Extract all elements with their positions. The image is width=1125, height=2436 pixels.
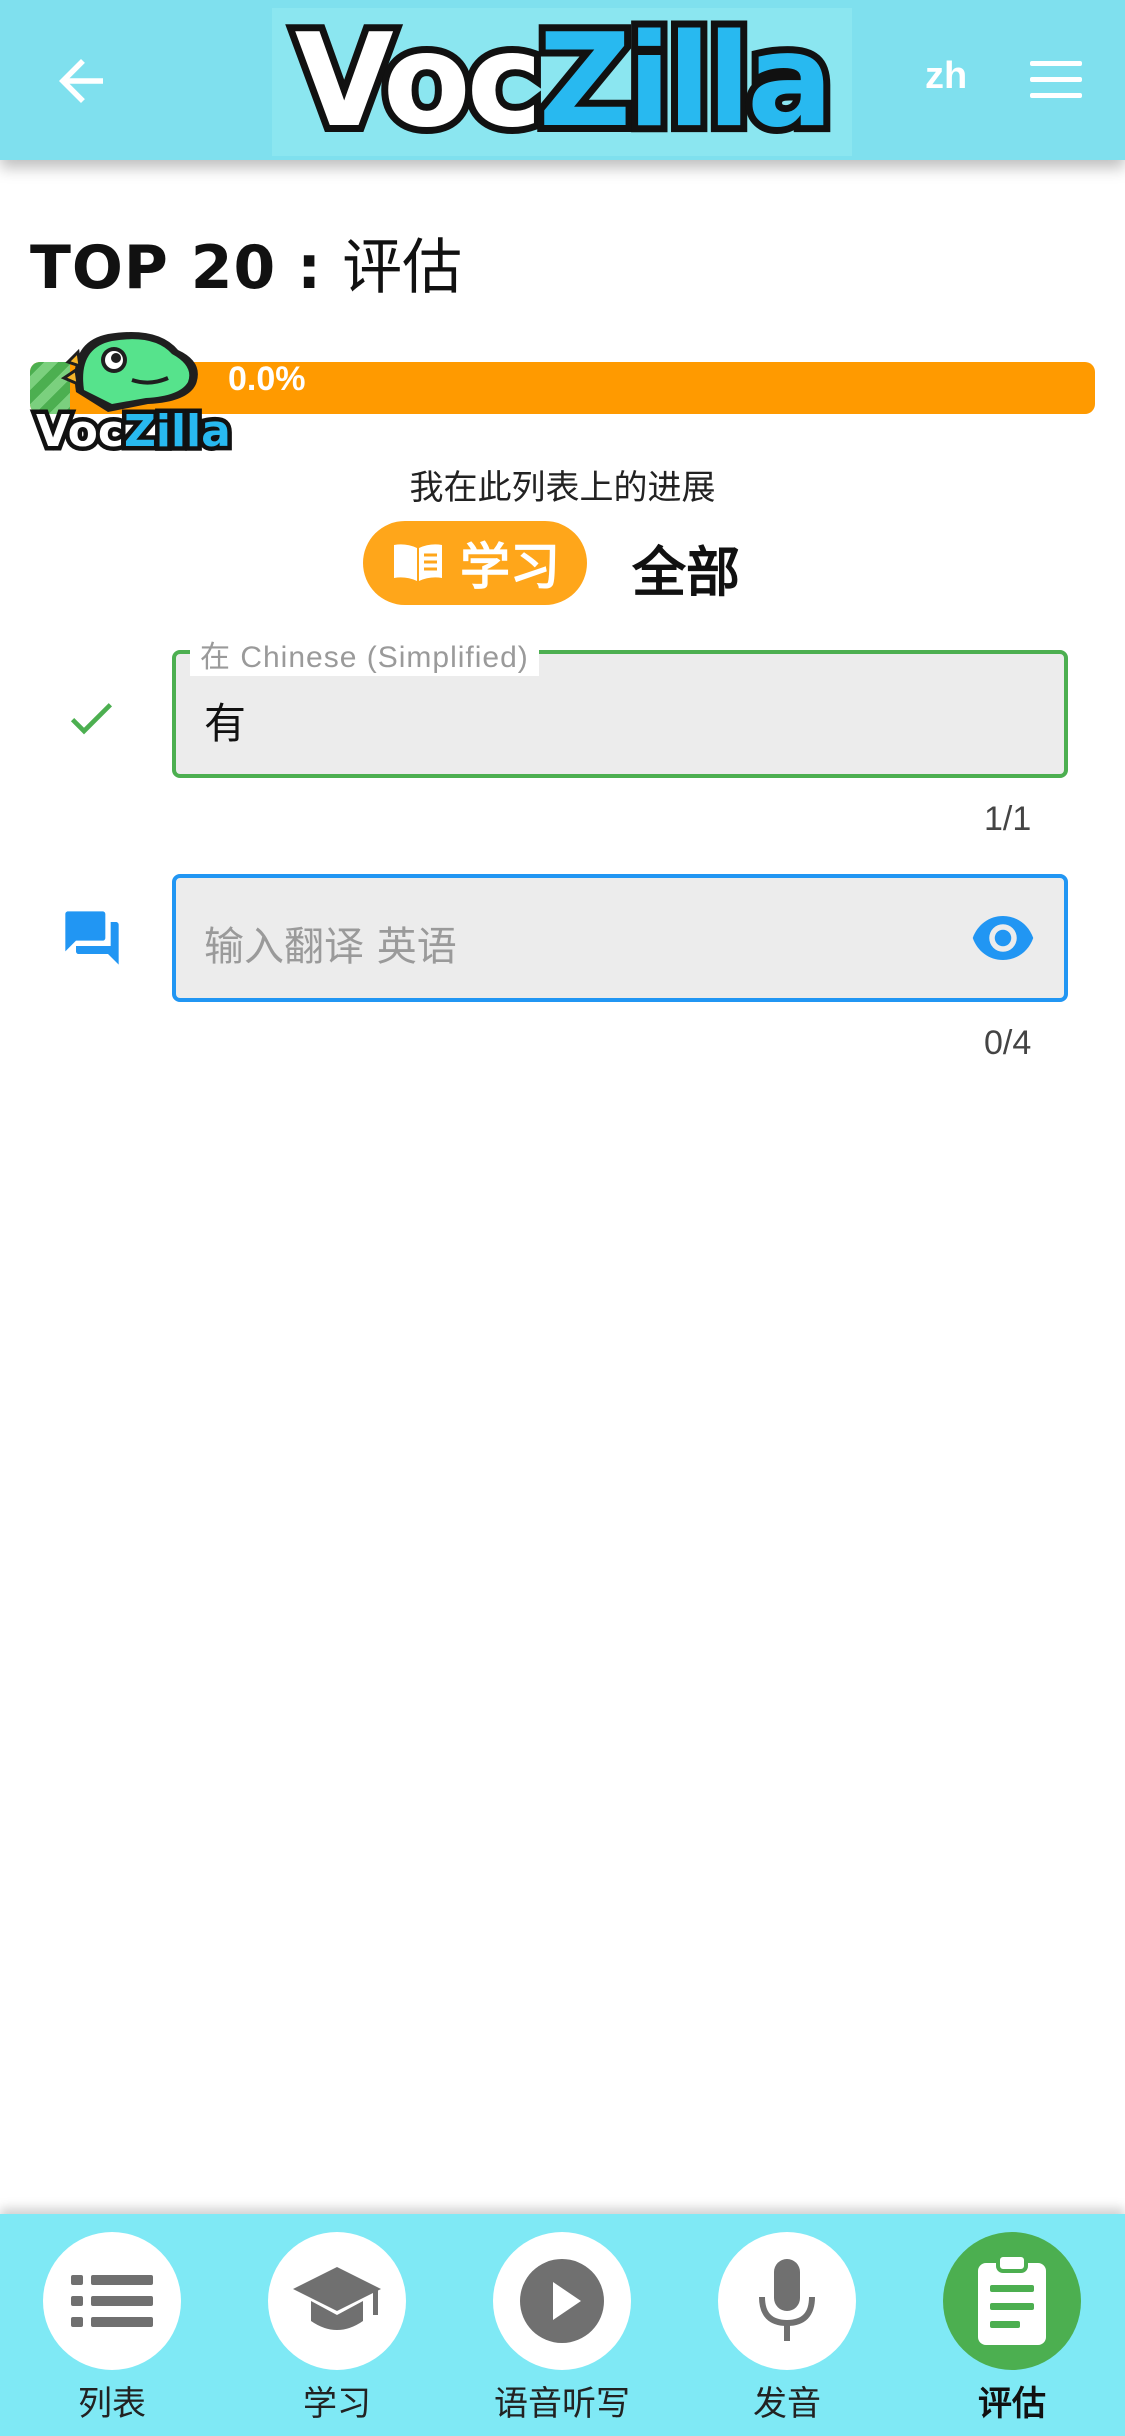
graduation-cap-icon (293, 2267, 381, 2330)
translation-placeholder: 输入翻译 英语 (204, 924, 457, 970)
checkmark-icon (70, 703, 112, 735)
svg-text:VocZilla: VocZilla (36, 406, 231, 456)
list-name: TOP 20 (30, 233, 277, 303)
nav-item-pronunciation[interactable]: 发音 (707, 2232, 867, 2432)
hamburger-menu-icon (1030, 61, 1082, 98)
nav-label-learn: 学习 (303, 2384, 371, 2424)
logo-zilla-text: Zilla (532, 7, 841, 156)
voczilla-mascot-icon: VocZilla (32, 332, 235, 456)
chat-bubbles-icon (65, 911, 119, 965)
logo-voc-text: Voc (288, 7, 550, 156)
answer-counter: 1/1 (984, 800, 1032, 838)
nav-label-assessment: 评估 (978, 2384, 1046, 2424)
study-filter-label: 学习 (460, 538, 560, 596)
language-selector[interactable]: zh (925, 55, 967, 98)
arrow-left-icon (59, 59, 103, 103)
microphone-icon (759, 2259, 815, 2341)
play-icon (520, 2259, 604, 2343)
progress-caption: 我在此列表上的进展 (409, 468, 716, 508)
top-app-bar: VocZilla zh (0, 0, 1125, 160)
study-filter-button[interactable]: 学习 (363, 521, 587, 605)
bottom-navigation: 列表 学习 语音听写 发音 评估 (0, 2214, 1125, 2436)
list-icon (71, 2275, 153, 2327)
menu-button[interactable] (1026, 55, 1086, 105)
translation-counter: 0/4 (984, 1024, 1032, 1062)
answer-field-legend: 在 Chinese (Simplified) (190, 632, 539, 676)
nav-label-list: 列表 (78, 2384, 146, 2424)
reveal-answer-button[interactable] (970, 912, 1036, 964)
mode-name: 评估 (342, 233, 463, 303)
answer-value: 有 (204, 699, 247, 748)
voczilla-logo: VocZilla (272, 8, 852, 156)
back-button[interactable] (48, 48, 114, 114)
all-filter-button[interactable]: 全部 (632, 528, 740, 607)
clipboard-icon (978, 2253, 1046, 2345)
nav-item-assessment[interactable]: 评估 (932, 2232, 1092, 2432)
nav-item-dictation[interactable]: 语音听写 (482, 2232, 642, 2432)
page-title: TOP 20 : 评估 (30, 228, 462, 308)
nav-item-learn[interactable]: 学习 (257, 2232, 417, 2432)
open-book-icon (394, 544, 442, 581)
nav-label-pronunciation: 发音 (753, 2384, 821, 2424)
eye-icon (972, 916, 1034, 960)
nav-item-list[interactable]: 列表 (32, 2232, 192, 2432)
title-separator: : (276, 233, 343, 303)
nav-label-dictation: 语音听写 (494, 2384, 630, 2424)
translation-input[interactable]: 输入翻译 英语 (172, 874, 1068, 1002)
